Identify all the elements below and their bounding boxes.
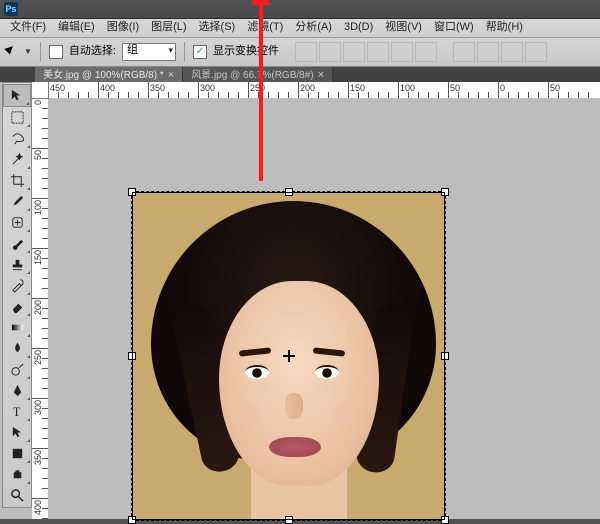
heal-tool[interactable] (3, 212, 31, 233)
move-tool-icon (6, 45, 20, 59)
horizontal-ruler[interactable]: 45040035030025020015010050050 (32, 82, 600, 99)
distribute-4-button[interactable] (525, 42, 547, 62)
menu-bar: 文件(F) 编辑(E) 图像(I) 图层(L) 选择(S) 滤镜(T) 分析(A… (0, 19, 600, 38)
menu-edit[interactable]: 编辑(E) (52, 21, 101, 34)
dodge-tool[interactable] (3, 359, 31, 380)
image-content (133, 193, 444, 519)
toolbox: T (2, 82, 32, 508)
ruler-origin[interactable] (32, 82, 49, 99)
transform-handle-bc[interactable] (285, 516, 293, 524)
auto-select-value: 组 (127, 44, 138, 56)
hand-tool[interactable] (3, 464, 31, 485)
eyedropper-tool[interactable] (3, 191, 31, 212)
menu-help[interactable]: 帮助(H) (480, 21, 529, 34)
align-group (295, 42, 437, 62)
distribute-group (453, 42, 547, 62)
eraser-tool[interactable] (3, 296, 31, 317)
show-transform-checkbox[interactable]: ✓ (193, 45, 207, 59)
transform-handle-tc[interactable] (285, 188, 293, 196)
brush-tool[interactable] (3, 233, 31, 254)
stamp-tool[interactable] (3, 254, 31, 275)
menu-view[interactable]: 视图(V) (379, 21, 428, 34)
menu-layer[interactable]: 图层(L) (145, 21, 192, 34)
transform-handle-ml[interactable] (128, 352, 136, 360)
gradient-tool[interactable] (3, 317, 31, 338)
transform-center-icon[interactable] (283, 350, 295, 362)
separator (40, 42, 41, 62)
vertical-ruler[interactable]: 050100150200250300350400 (32, 98, 49, 519)
separator (184, 42, 185, 62)
menu-file[interactable]: 文件(F) (4, 21, 52, 34)
distribute-1-button[interactable] (453, 42, 475, 62)
history-brush-tool[interactable] (3, 275, 31, 296)
shape-tool[interactable] (3, 443, 31, 464)
align-left-button[interactable] (367, 42, 389, 62)
type-tool[interactable]: T (3, 401, 31, 422)
align-vcenter-button[interactable] (319, 42, 341, 62)
show-transform-label: 显示变换控件 (213, 45, 279, 58)
auto-select-label: 自动选择: (69, 45, 116, 58)
work-area: T 45040035030025020015010050050 05010015… (0, 82, 600, 519)
move-tool[interactable] (3, 84, 31, 107)
align-top-button[interactable] (295, 42, 317, 62)
close-tab-icon[interactable]: × (318, 69, 324, 82)
close-tab-icon[interactable]: × (168, 69, 174, 82)
distribute-2-button[interactable] (477, 42, 499, 62)
distribute-3-button[interactable] (501, 42, 523, 62)
transform-handle-tr[interactable] (441, 188, 449, 196)
title-bar: Ps (0, 0, 600, 19)
menu-filter[interactable]: 滤镜(T) (241, 21, 289, 34)
svg-text:T: T (12, 405, 20, 419)
document-tab-label: 风景.jpg @ 66.7%(RGB/8#) (191, 70, 313, 82)
align-bottom-button[interactable] (343, 42, 365, 62)
blur-tool[interactable] (3, 338, 31, 359)
transform-handle-mr[interactable] (441, 352, 449, 360)
app-logo-icon: Ps (4, 2, 18, 16)
transform-handle-tl[interactable] (128, 188, 136, 196)
document-canvas[interactable] (133, 193, 444, 519)
options-bar: ▼ 自动选择: 组 ✓ 显示变换控件 (0, 38, 600, 67)
crop-tool[interactable] (3, 170, 31, 191)
document-tab-label: 美女.jpg @ 100%(RGB/8) * (43, 70, 164, 82)
menu-3d[interactable]: 3D(D) (338, 21, 379, 34)
transform-handle-bl[interactable] (128, 516, 136, 524)
tool-preset-dropdown-icon[interactable]: ▼ (24, 47, 32, 57)
menu-image[interactable]: 图像(I) (101, 21, 145, 34)
menu-select[interactable]: 选择(S) (193, 21, 242, 34)
auto-select-dropdown[interactable]: 组 (122, 43, 176, 61)
transform-bounding-box[interactable] (131, 191, 446, 521)
annotation-arrow-icon (259, 3, 263, 181)
marquee-tool[interactable] (3, 107, 31, 128)
align-hcenter-button[interactable] (391, 42, 413, 62)
lasso-tool[interactable] (3, 128, 31, 149)
pen-tool[interactable] (3, 380, 31, 401)
path-select-tool[interactable] (3, 422, 31, 443)
wand-tool[interactable] (3, 149, 31, 170)
auto-select-checkbox[interactable] (49, 45, 63, 59)
zoom-tool[interactable] (3, 485, 31, 506)
align-right-button[interactable] (415, 42, 437, 62)
menu-analysis[interactable]: 分析(A) (289, 21, 338, 34)
canvas-area[interactable] (48, 98, 600, 519)
menu-window[interactable]: 窗口(W) (428, 21, 480, 34)
transform-handle-br[interactable] (441, 516, 449, 524)
